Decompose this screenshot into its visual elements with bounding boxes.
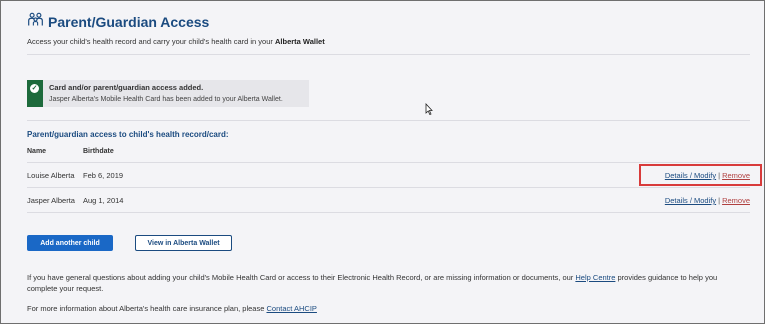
success-alert: ✓ Card and/or parent/guardian access add… [27, 80, 309, 107]
add-another-child-button[interactable]: Add another child [27, 235, 113, 251]
alert-title: Card and/or parent/guardian access added… [49, 83, 204, 92]
remove-link[interactable]: Remove [722, 196, 750, 205]
divider [27, 120, 750, 121]
contact-ahcip-link[interactable]: Contact AHCIP [266, 304, 316, 313]
family-icon [27, 11, 48, 33]
ahcip-text: For more information about Alberta's hea… [27, 304, 267, 313]
row-name: Jasper Alberta [27, 196, 75, 205]
ahcip-paragraph: For more information about Alberta's hea… [27, 303, 317, 314]
page-subtitle: Access your child's health record and ca… [27, 37, 325, 46]
highlight-box [639, 164, 762, 186]
alert-status-bar: ✓ [27, 80, 43, 107]
row-birthdate: Feb 6, 2019 [83, 171, 124, 180]
page-header: Parent/Guardian Access [27, 11, 209, 33]
section-title: Parent/guardian access to child's health… [27, 130, 229, 139]
alert-message: Jasper Alberta's Mobile Health Card has … [49, 96, 283, 103]
mouse-pointer-icon [425, 102, 433, 120]
page-title: Parent/Guardian Access [48, 14, 210, 30]
checkmark-icon: ✓ [30, 84, 39, 93]
divider [27, 54, 750, 55]
subtitle-text: Access your child's health record and ca… [27, 37, 275, 46]
view-in-alberta-wallet-button[interactable]: View in Alberta Wallet [135, 235, 232, 251]
row-name: Louise Alberta [27, 171, 75, 180]
row-birthdate: Aug 1, 2014 [83, 196, 124, 205]
column-header-name: Name [27, 148, 47, 155]
row-divider [27, 187, 750, 188]
subtitle-wallet-name: Alberta Wallet [274, 37, 325, 46]
action-separator: | [718, 196, 721, 205]
help-paragraph: If you have general questions about addi… [27, 272, 747, 294]
page-frame: Parent/Guardian Access Access your child… [0, 0, 765, 324]
help-text: If you have general questions about addi… [27, 273, 576, 282]
row-divider [27, 212, 750, 213]
alert-content: Card and/or parent/guardian access added… [43, 80, 283, 107]
column-header-birthdate: Birthdate [83, 148, 114, 155]
details-modify-link[interactable]: Details / Modify [665, 196, 716, 205]
table-header-divider [27, 162, 750, 163]
help-centre-link[interactable]: Help Centre [575, 273, 615, 282]
row-actions: Details / Modify | Remove [665, 196, 750, 205]
